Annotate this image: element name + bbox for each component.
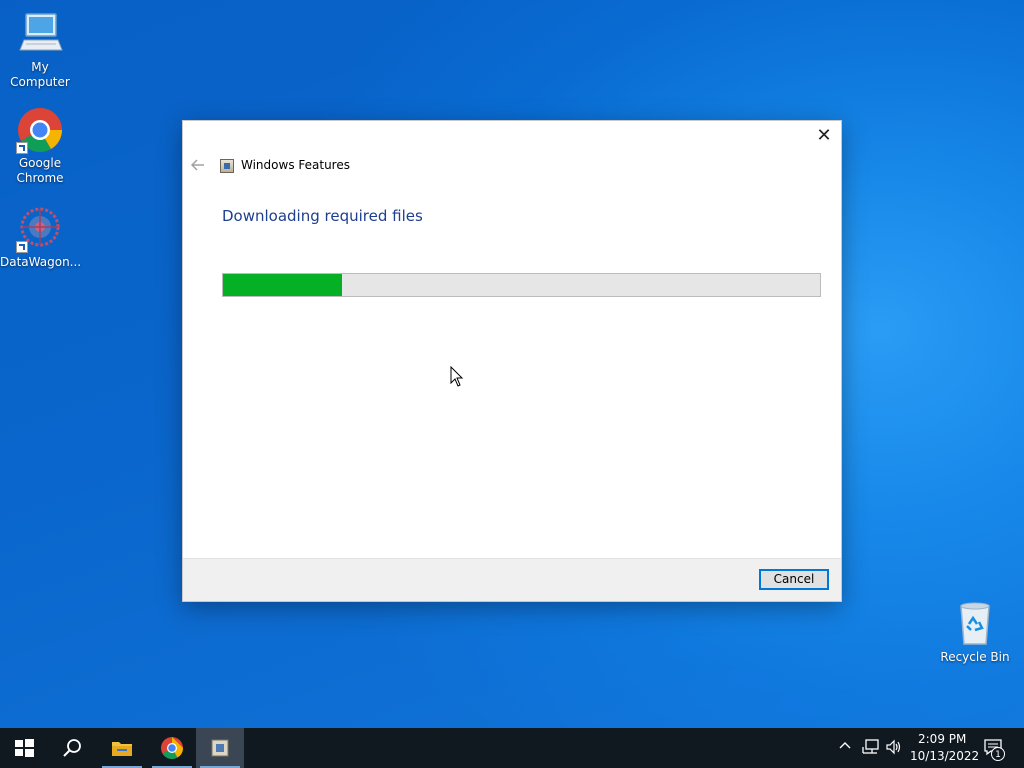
desktop-icon-google-chrome[interactable]: Google Chrome xyxy=(0,106,80,186)
network-icon[interactable] xyxy=(862,739,880,758)
status-heading: Downloading required files xyxy=(222,207,423,225)
search-button[interactable] xyxy=(48,728,96,768)
clock-time[interactable]: 2:09 PM xyxy=(918,732,966,746)
monitor-icon xyxy=(16,10,64,58)
close-button[interactable]: ✕ xyxy=(815,127,833,145)
dialog-footer: Cancel xyxy=(183,558,841,601)
taskbar-file-explorer[interactable] xyxy=(98,728,146,768)
desktop-icon-my-computer[interactable]: My Computer xyxy=(0,10,80,90)
desktop-icon-label: Google Chrome xyxy=(16,156,64,185)
back-arrow-icon[interactable] xyxy=(190,158,207,174)
cancel-button[interactable]: Cancel xyxy=(759,569,829,590)
notification-count-badge: 1 xyxy=(991,747,1005,761)
chrome-icon xyxy=(16,106,64,154)
start-icon xyxy=(15,739,34,757)
shortcut-arrow-icon xyxy=(16,241,28,253)
progress-fill xyxy=(223,274,343,296)
file-explorer-icon xyxy=(112,742,132,756)
clock-date[interactable]: 10/13/2022 xyxy=(910,749,979,763)
recycle-bin-icon xyxy=(951,600,999,648)
windows-features-dialog: ✕ Windows Features Downloading required … xyxy=(183,121,841,601)
windows-features-icon xyxy=(220,159,234,173)
dialog-title: Windows Features xyxy=(241,158,350,172)
volume-icon[interactable] xyxy=(886,739,902,758)
taskbar-windows-features[interactable] xyxy=(196,728,244,768)
download-progress-bar xyxy=(222,273,821,297)
desktop-icon-recycle-bin[interactable]: Recycle Bin xyxy=(935,600,1015,665)
start-button[interactable] xyxy=(0,728,48,768)
mouse-cursor-icon xyxy=(450,365,464,388)
desktop-icon-label: My Computer xyxy=(10,60,70,89)
datawagon-icon xyxy=(16,205,64,253)
desktop-icon-label: Recycle Bin xyxy=(940,650,1010,664)
show-hidden-icons-chevron-icon[interactable] xyxy=(838,739,852,757)
desktop-icon-label: DataWagon... xyxy=(0,255,82,269)
windows-features-icon xyxy=(211,739,229,757)
desktop-icon-datawagon[interactable]: DataWagon... xyxy=(0,205,82,270)
chrome-icon xyxy=(161,737,183,759)
search-icon xyxy=(63,739,81,757)
shortcut-arrow-icon xyxy=(16,142,28,154)
taskbar: 2:09 PM 10/13/2022 1 xyxy=(0,728,1024,768)
taskbar-chrome[interactable] xyxy=(148,728,196,768)
